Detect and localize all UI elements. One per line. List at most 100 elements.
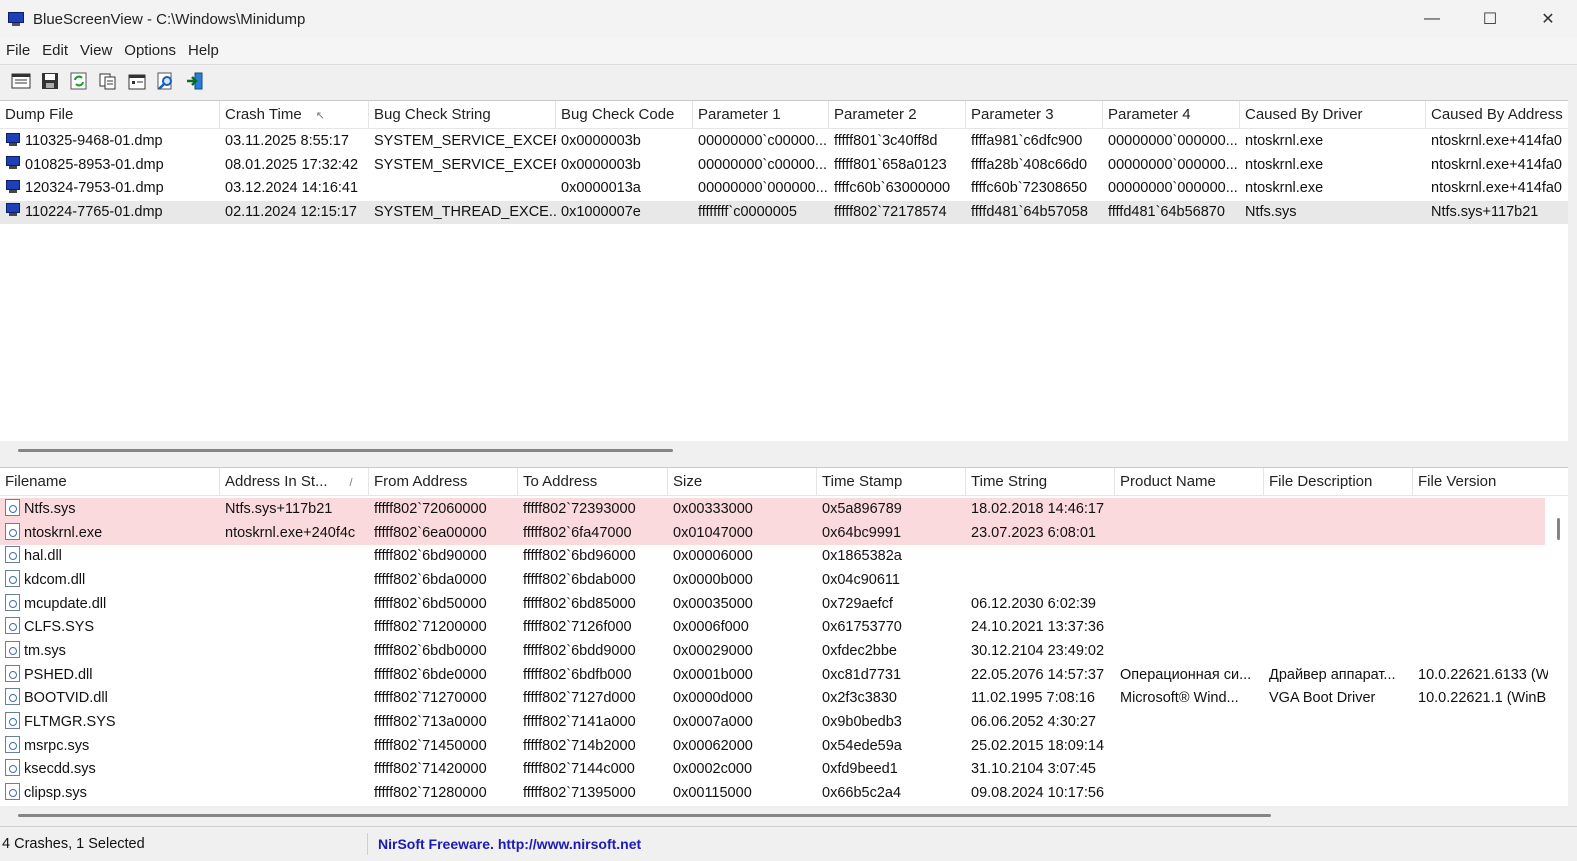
cell-text: SYSTEM_THREAD_EXCE...: [374, 203, 556, 220]
driver-row[interactable]: ksecdd.sys fffff802`71420000 fffff802`7144…: [0, 758, 1545, 782]
col-parameter-1[interactable]: Parameter 1: [693, 101, 829, 129]
cell-text: Драйвер аппарат...: [1269, 666, 1396, 683]
col-time-stamp[interactable]: Time Stamp: [817, 468, 966, 496]
driver-row[interactable]: FLTMGR.SYS fffff802`713a0000 fffff802`7141…: [0, 711, 1545, 735]
cell-bug-check-string: SYSTEM_SERVICE_EXCEP...: [369, 154, 556, 178]
col-dump-file[interactable]: Dump File: [0, 101, 220, 129]
col-from-address[interactable]: From Address: [369, 468, 518, 496]
driver-row[interactable]: PSHED.dll fffff802`6bde0000 fffff802`6bdfb…: [0, 664, 1549, 688]
driver-list-hscrollbar[interactable]: [0, 806, 1568, 826]
driver-list[interactable]: Filename Address In St... / From Address …: [0, 467, 1568, 826]
menu-view[interactable]: View: [74, 38, 118, 64]
cell-caused-by-driver: ntoskrnl.exe: [1240, 177, 1426, 201]
crash-list[interactable]: Dump File Crash Time ↖ Bug Check String B…: [0, 100, 1568, 461]
cell-file-version: 10.0.22621.1 (WinB: [1413, 687, 1568, 711]
cell-file-description: Драйвер аппарат...: [1264, 664, 1413, 688]
cell-text: 02.11.2024 12:15:17: [225, 203, 357, 220]
cell-text: CLFS.SYS: [24, 619, 95, 636]
driver-row[interactable]: msrpc.sys fffff802`71450000 fffff802`714b2…: [0, 735, 1545, 759]
driver-list-vscrollbar[interactable]: [1548, 496, 1568, 806]
cell-text: ntoskrnl.exe: [1245, 180, 1324, 197]
crash-row[interactable]: 110224-7765-01.dmp 02.11.2024 12:15:17 SYS…: [0, 200, 1568, 225]
driver-row[interactable]: tm.sys fffff802`6bdb0000 fffff802`6bdd9000…: [0, 640, 1545, 664]
maximize-button[interactable]: ☐: [1461, 0, 1519, 38]
col-address-in-stack-label: Address In St...: [225, 473, 328, 490]
refresh-icon[interactable]: [66, 69, 92, 93]
cell-size: 0x0002c000: [668, 758, 817, 782]
save-icon[interactable]: [37, 69, 63, 93]
driver-list-hscroll-thumb[interactable]: [18, 814, 1271, 817]
cell-filename: msrpc.sys: [0, 735, 220, 759]
cell-text: PSHED.dll: [24, 666, 93, 683]
cell-size: 0x00035000: [668, 593, 817, 617]
col-bug-check-code[interactable]: Bug Check Code: [556, 101, 693, 129]
col-filename[interactable]: Filename: [0, 468, 220, 496]
cell-text: 0xc81d7731: [822, 666, 902, 683]
driver-row[interactable]: kdcom.dll fffff802`6bda0000 fffff802`6bdab…: [0, 569, 1545, 593]
cell-text: ntoskrnl.exe+240f4c: [225, 524, 356, 541]
cell-product-name: Операционная си...: [1115, 664, 1264, 688]
cell-text: kdcom.dll: [24, 571, 86, 588]
cell-text: 0x00006000: [673, 548, 753, 565]
driver-row[interactable]: Ntfs.sys Ntfs.sys+117b21 fffff802`72060000…: [0, 498, 1545, 522]
col-product-name[interactable]: Product Name: [1115, 468, 1264, 496]
col-file-description[interactable]: File Description: [1264, 468, 1413, 496]
cell-from-address: fffff802`6bda0000: [369, 569, 518, 593]
properties-window-icon[interactable]: [8, 69, 34, 93]
cell-to-address: fffff802`6fa47000: [518, 522, 668, 546]
menu-edit[interactable]: Edit: [36, 38, 74, 64]
col-parameter-4[interactable]: Parameter 4: [1103, 101, 1240, 129]
driver-row[interactable]: ntoskrnl.exe ntoskrnl.exe+240f4c fffff802`…: [0, 521, 1545, 546]
cell-file-description: [1264, 522, 1413, 546]
driver-list-vscroll-thumb[interactable]: [1557, 518, 1560, 540]
crash-list-hscroll-thumb[interactable]: [18, 449, 673, 452]
menu-file[interactable]: File: [0, 38, 36, 64]
cell-text: fffff802`71270000: [374, 690, 487, 707]
nirsoft-link[interactable]: NirSoft Freeware. http://www.nirsoft.net: [378, 833, 641, 855]
copy-icon[interactable]: [95, 69, 121, 93]
col-caused-by-driver[interactable]: Caused By Driver: [1240, 101, 1426, 129]
crash-list-hscrollbar[interactable]: [0, 441, 1568, 461]
col-size[interactable]: Size: [668, 468, 817, 496]
cell-text: 0x54ede59a: [822, 737, 902, 754]
driver-row[interactable]: CLFS.SYS fffff802`71200000 fffff802`7126f0…: [0, 616, 1545, 640]
exit-icon[interactable]: [182, 69, 208, 93]
cell-text: ntoskrnl.exe+414fa0: [1431, 133, 1562, 149]
menu-help[interactable]: Help: [182, 38, 225, 64]
cell-text: 010825-8953-01.dmp: [25, 156, 164, 173]
cell-parameter-3: ffffd481`64b57058: [966, 201, 1103, 225]
driver-row[interactable]: BOOTVID.dll fffff802`71270000 fffff802`712…: [0, 687, 1546, 711]
cell-product-name: Microsoft® Wind...: [1115, 687, 1264, 711]
minimize-button[interactable]: —: [1403, 0, 1461, 38]
cell-product-name: [1115, 711, 1264, 735]
driver-row[interactable]: hal.dll fffff802`6bd90000 fffff802`6bd9600…: [0, 545, 1545, 569]
find-icon[interactable]: [153, 69, 179, 93]
col-parameter-3[interactable]: Parameter 3: [966, 101, 1103, 129]
col-caused-by-address[interactable]: Caused By Address: [1426, 101, 1568, 129]
cell-file-version: [1413, 758, 1568, 782]
crash-row[interactable]: 010825-8953-01.dmp 08.01.2025 17:32:42 SYS…: [0, 154, 1568, 178]
cell-bug-check-code: 0x0000003b: [556, 154, 693, 178]
menu-options[interactable]: Options: [118, 38, 182, 64]
cell-parameter-4: 00000000`000000...: [1103, 177, 1240, 201]
crash-row[interactable]: 110325-9468-01.dmp 03.11.2025 8:55:17 SYST…: [0, 130, 1568, 154]
cell-text: Ntfs.sys: [24, 501, 76, 517]
driver-row[interactable]: mcupdate.dll fffff802`6bd50000 fffff802`6b…: [0, 593, 1545, 617]
close-button[interactable]: ✕: [1519, 0, 1577, 38]
col-parameter-2[interactable]: Parameter 2: [829, 101, 966, 129]
cell-text: ffffd481`64b56870: [1108, 203, 1225, 220]
col-address-in-stack[interactable]: Address In St... /: [220, 468, 369, 496]
cell-text: FLTMGR.SYS: [24, 713, 116, 730]
col-time-string[interactable]: Time String: [966, 468, 1115, 496]
crash-row[interactable]: 120324-7953-01.dmp 03.12.2024 14:16:41 0x0…: [0, 177, 1568, 201]
cell-text: ffffa28b`408c66d0: [971, 156, 1088, 173]
col-bug-check-string[interactable]: Bug Check String: [369, 101, 556, 129]
col-crash-time[interactable]: Crash Time ↖: [220, 101, 369, 129]
cell-text: 0x00029000: [673, 642, 753, 659]
driver-row[interactable]: clipsp.sys fffff802`71280000 fffff802`7139…: [0, 782, 1545, 806]
cell-text: Microsoft® Wind...: [1120, 690, 1239, 707]
col-file-version[interactable]: File Version: [1413, 468, 1568, 496]
properties-icon[interactable]: [124, 69, 150, 93]
col-to-address[interactable]: To Address: [518, 468, 668, 496]
cell-product-name: [1115, 640, 1264, 664]
